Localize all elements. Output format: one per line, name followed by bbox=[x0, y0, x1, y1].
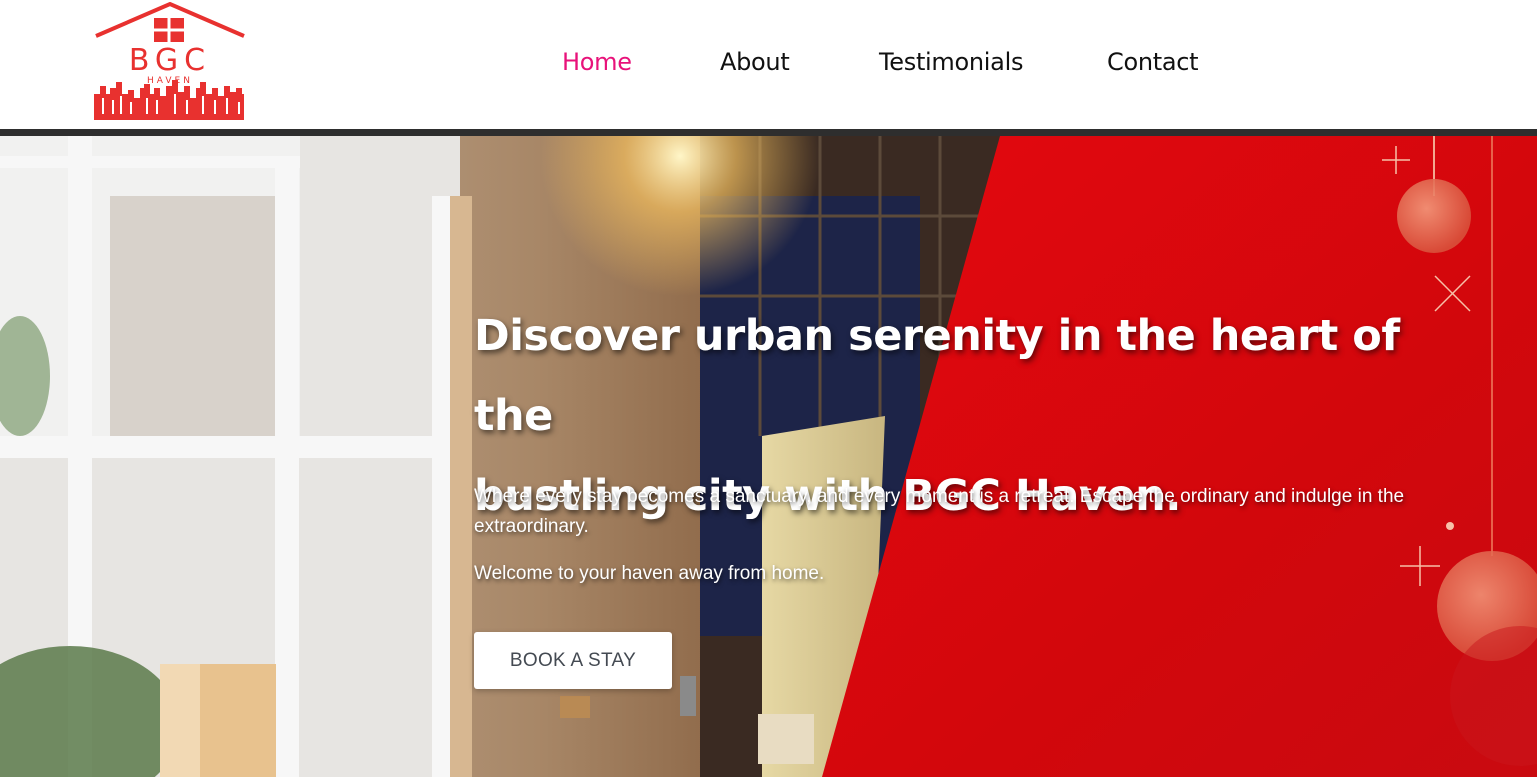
nav-testimonials[interactable]: Testimonials bbox=[879, 44, 1023, 80]
site-header: BGC HAVEN Home About Testimonials Contac… bbox=[0, 0, 1537, 131]
logo-text: BGC bbox=[129, 43, 211, 78]
brand-logo[interactable]: BGC HAVEN bbox=[92, 2, 248, 122]
logo-graphic: BGC HAVEN bbox=[94, 2, 245, 120]
nav-contact[interactable]: Contact bbox=[1107, 44, 1199, 80]
logo-subtext: HAVEN bbox=[147, 76, 193, 86]
nav-about[interactable]: About bbox=[720, 44, 790, 80]
header-divider bbox=[0, 129, 1537, 136]
hero-subtitle: Where every stay becomes a sanctuary, an… bbox=[474, 486, 1405, 537]
hero-welcome-text: Welcome to your haven away from home. bbox=[474, 563, 825, 584]
book-a-stay-button[interactable]: BOOK A STAY bbox=[474, 632, 672, 689]
hero-section: Discover urban serenity in the heart of … bbox=[0, 136, 1537, 777]
hero-title-line-1: Discover urban serenity in the heart of … bbox=[474, 311, 1400, 441]
nav-home[interactable]: Home bbox=[562, 44, 632, 80]
